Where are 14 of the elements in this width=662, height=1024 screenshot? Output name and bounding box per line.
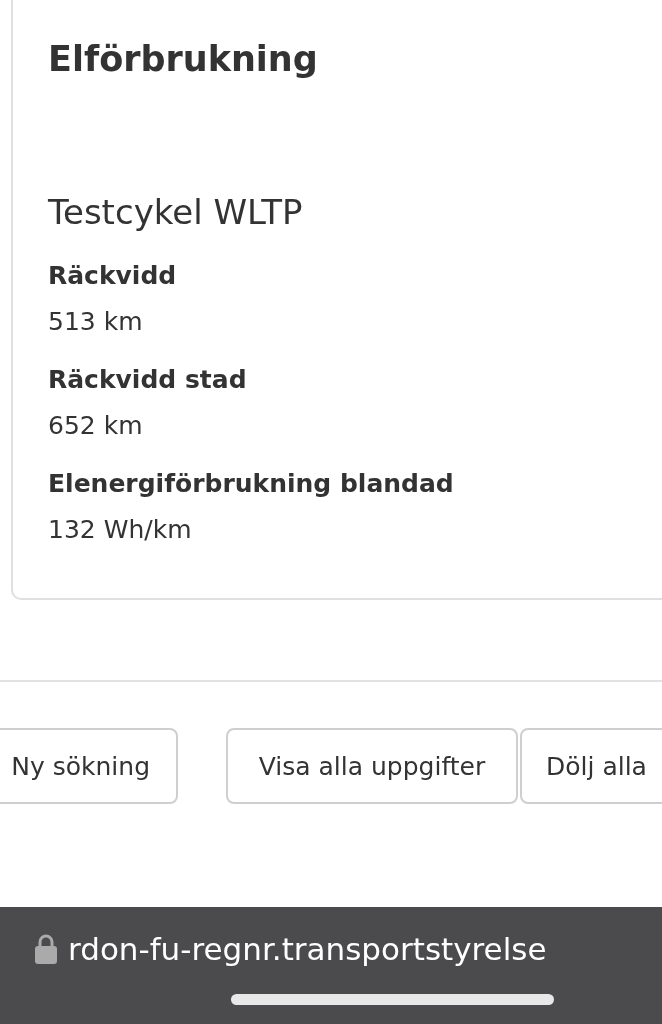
url-text[interactable]: rdon-fu-regnr.transportstyrelse (68, 929, 547, 969)
section-title: Elförbrukning (48, 38, 318, 81)
lock-icon (34, 933, 58, 965)
home-indicator[interactable] (231, 994, 554, 1005)
action-button[interactable]: Ny sökning (0, 728, 178, 804)
action-button[interactable]: Dölj alla (520, 728, 662, 804)
field-value: 513 km (48, 306, 143, 338)
field-value: 652 km (48, 410, 143, 442)
field-label: Elenergiförbrukning blandad (48, 468, 454, 500)
section-subtitle: Testcykel WLTP (48, 191, 303, 234)
field-label: Räckvidd stad (48, 364, 247, 396)
action-button[interactable]: Visa alla uppgifter (226, 728, 518, 804)
field-value: 132 Wh/km (48, 514, 192, 546)
field-label: Räckvidd (48, 260, 177, 292)
